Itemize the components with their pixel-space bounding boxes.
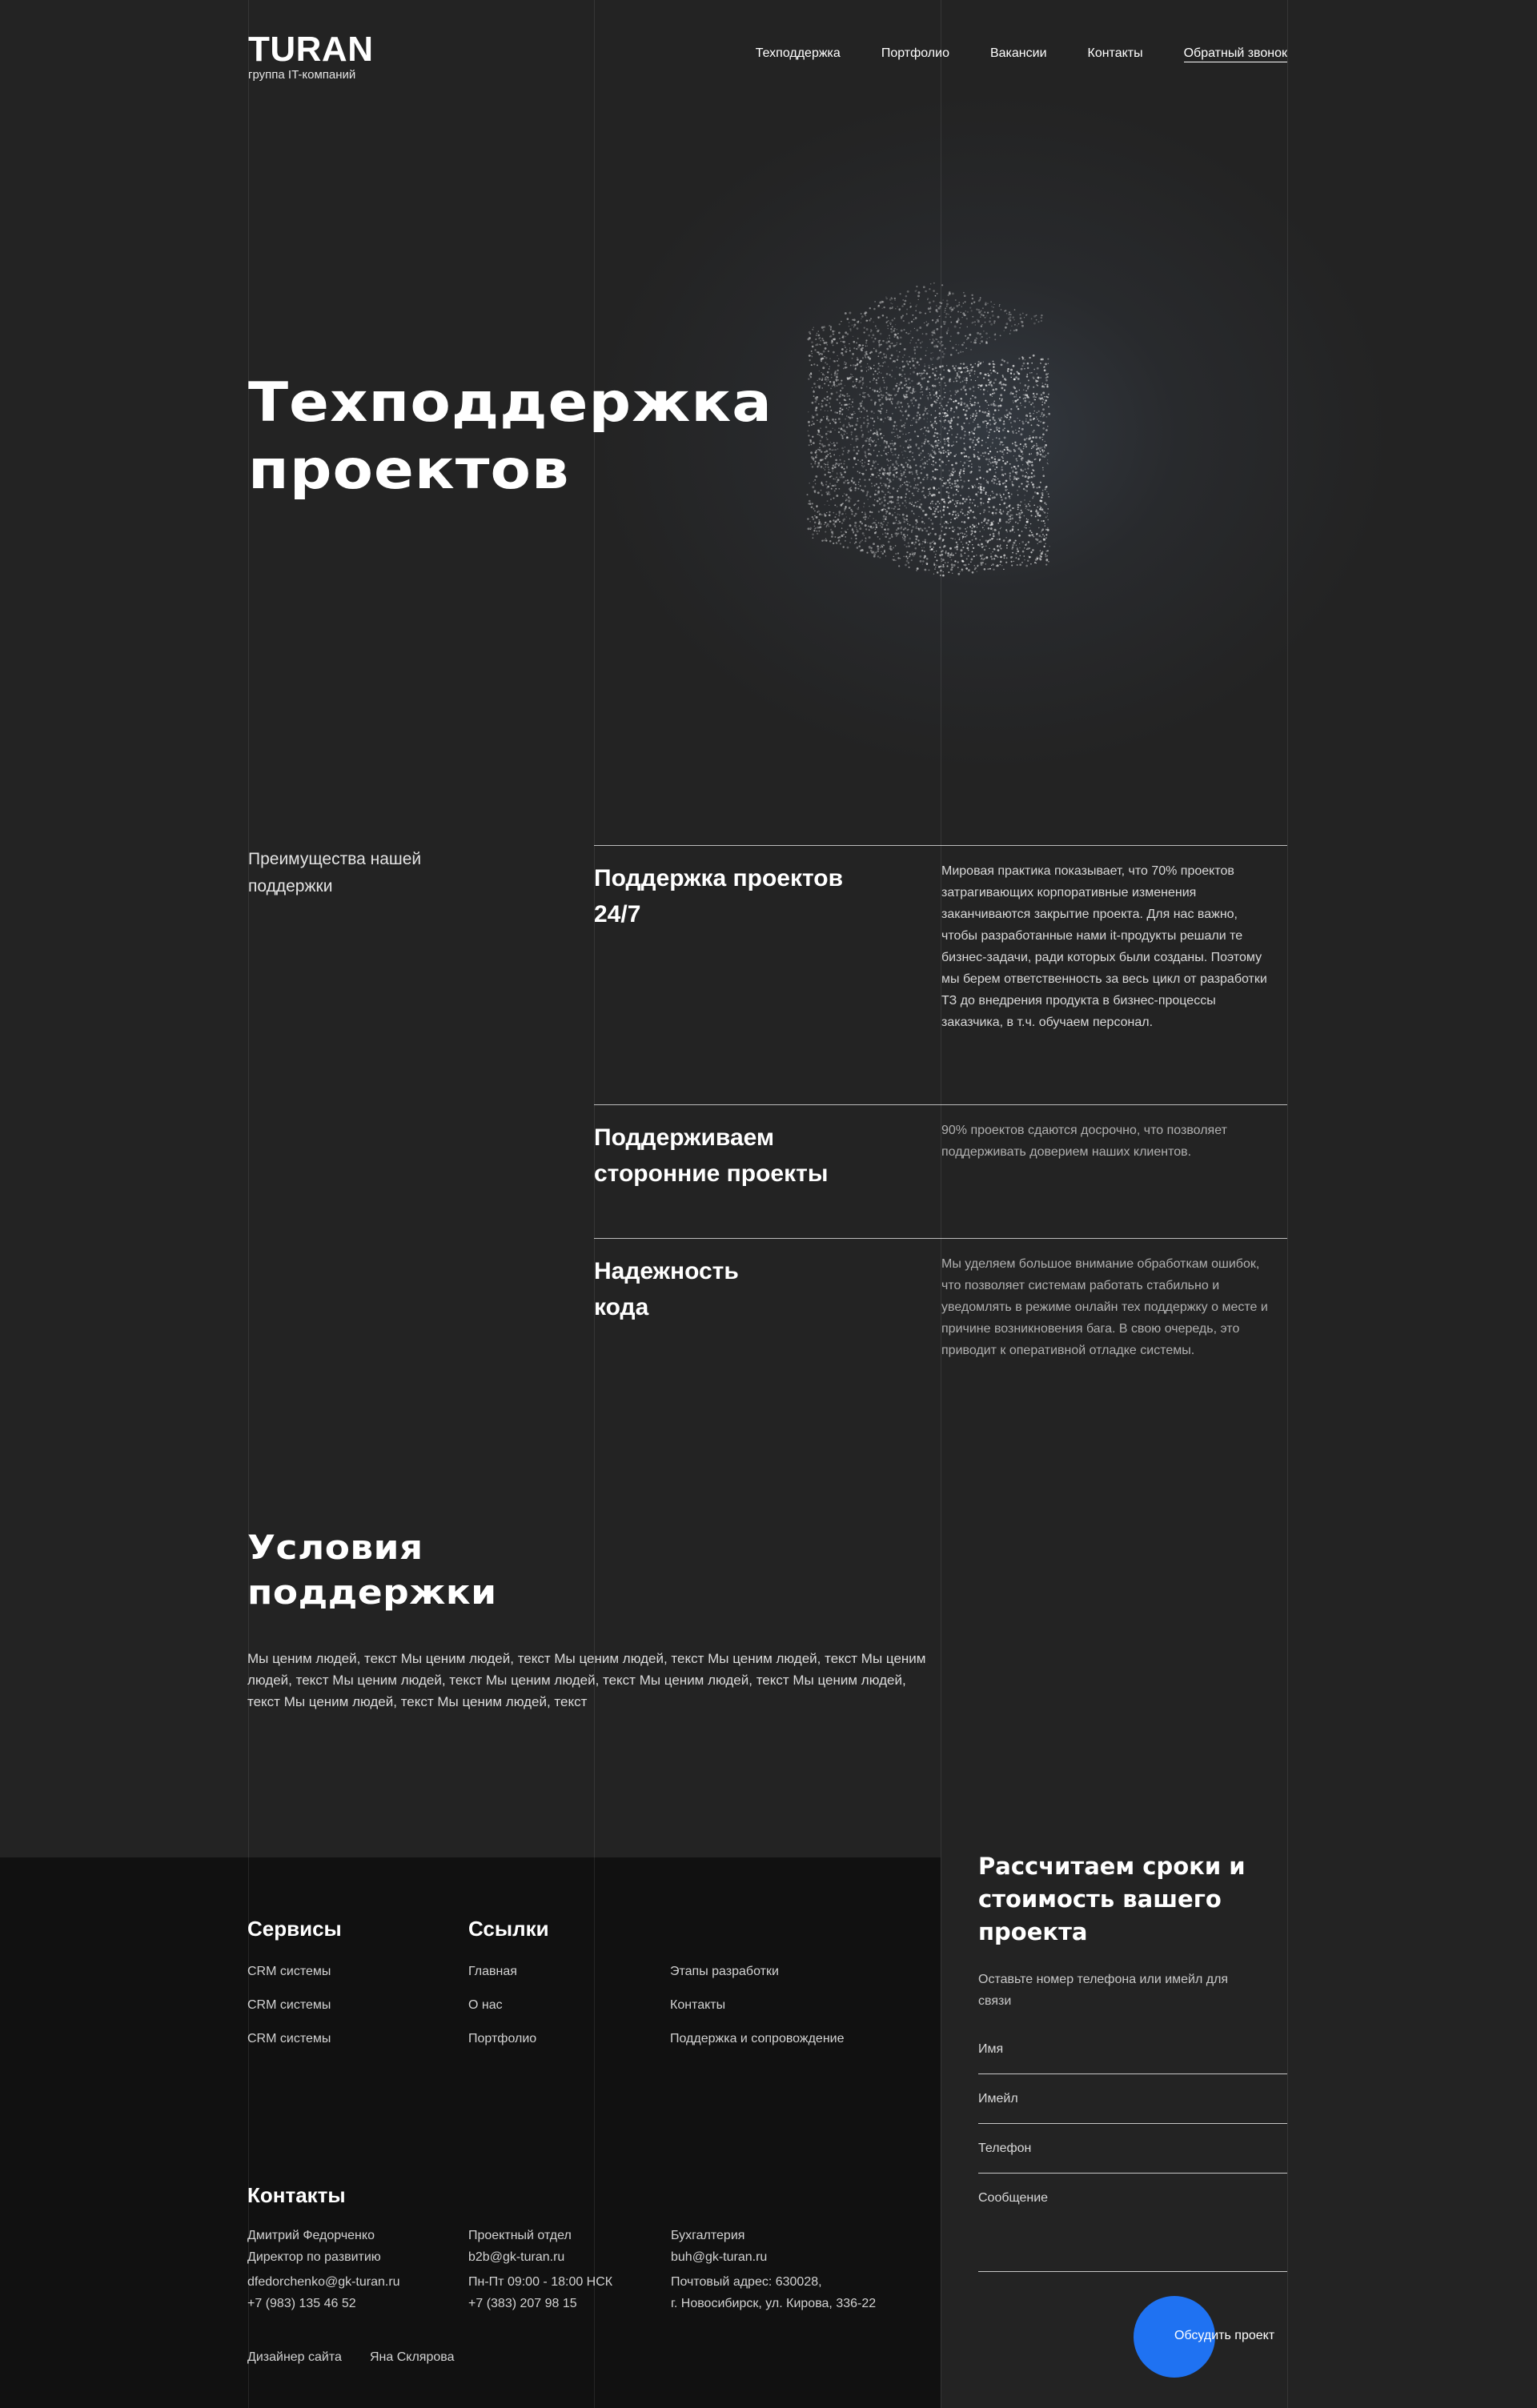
callback-link[interactable]: Обратный звонок: [1183, 46, 1287, 62]
logo-tagline: группа IT-компаний: [248, 68, 356, 82]
page: TURAN группа IT-компаний Техподдержка По…: [0, 0, 1537, 2408]
accounting-name: Бухгалтерия: [671, 2229, 745, 2242]
footer-links-heading: Ссылки: [468, 1917, 549, 1941]
main-nav: Техподдержка Портфолио Вакансии Контакты…: [756, 46, 1287, 62]
designer-name[interactable]: Яна Склярова: [370, 2350, 454, 2365]
footer-link-home[interactable]: Главная: [468, 1965, 517, 1979]
advantage-item: Надежность кода Мы уделяем большое внима…: [594, 1238, 1287, 1398]
advantages-heading: Преимущества нашей поддержки: [248, 850, 422, 895]
footer-service-link[interactable]: CRM системы: [247, 2032, 331, 2046]
message-field: [978, 2191, 1287, 2272]
conditions-title-line2: поддержки: [247, 1573, 497, 1612]
project-dept-phone[interactable]: +7 (383) 207 98 15: [468, 2293, 577, 2315]
form-subtitle: Оставьте номер телефона или имейл для св…: [978, 1973, 1229, 2008]
submit-button[interactable]: [1134, 2296, 1215, 2378]
advantage-title: Поддерживаем сторонние проекты: [594, 1124, 829, 1187]
accounting-address-line1: Почтовый адрес: 630028,: [671, 2275, 822, 2289]
hero-title-line1: Техподдержка: [248, 371, 773, 435]
accounting-email[interactable]: buh@gk-turan.ru: [671, 2246, 767, 2269]
designer-label: Дизайнер сайта: [247, 2350, 342, 2364]
advantage-title: Поддержка проектов 24/7: [594, 865, 844, 928]
footer-link-support[interactable]: Поддержка и сопровождение: [670, 2032, 844, 2046]
advantage-item: Поддержка проектов 24/7 Мировая практика…: [594, 845, 1287, 1104]
advantage-title: Надежность кода: [594, 1258, 739, 1320]
accounting-address-line2: г. Новосибирск, ул. Кирова, 336-22: [671, 2297, 877, 2310]
contact-person-email[interactable]: dfedorchenko@gk-turan.ru: [247, 2271, 400, 2294]
nav-item-portfolio[interactable]: Портфолио: [881, 46, 949, 62]
advantage-text: 90% проектов сдаются досрочно, что позво…: [941, 1124, 1227, 1159]
footer-service-link[interactable]: CRM системы: [247, 1998, 331, 2013]
logo-name: TURAN: [248, 30, 374, 69]
contact-person-name: Дмитрий Федорченко: [247, 2229, 375, 2242]
contact-person-role: Директор по развитию: [247, 2250, 381, 2264]
email-field: [978, 2092, 1287, 2124]
footer-link-contacts[interactable]: Контакты: [670, 1998, 725, 2013]
advantage-item: Поддерживаем сторонние проекты 90% проек…: [594, 1104, 1287, 1238]
hero-title-line2: проектов: [248, 439, 570, 502]
footer-service-link[interactable]: CRM системы: [247, 1965, 331, 1979]
name-field: [978, 2042, 1287, 2074]
email-input[interactable]: [978, 2092, 1287, 2106]
advantage-text: Мы уделяем большое внимание обработкам о…: [941, 1257, 1268, 1357]
conditions-title-line1: Условия: [247, 1528, 423, 1567]
phone-input[interactable]: [978, 2142, 1287, 2156]
conditions-text: Мы ценим людей, текст Мы ценим людей, те…: [247, 1651, 926, 1709]
footer-link-stages[interactable]: Этапы разработки: [670, 1965, 779, 1979]
contact-person-phone[interactable]: +7 (983) 135 46 52: [247, 2293, 356, 2315]
project-dept-hours: Пн-Пт 09:00 - 18:00 НСК: [468, 2275, 613, 2289]
project-dept-name: Проектный отдел: [468, 2229, 572, 2242]
conditions-title: Условия поддержки: [247, 1525, 497, 1615]
nav-item-contacts[interactable]: Контакты: [1088, 46, 1143, 62]
footer-contacts-heading: Контакты: [247, 2183, 346, 2207]
nav-item-vacancies[interactable]: Вакансии: [990, 46, 1047, 62]
logo[interactable]: TURAN группа IT-компаний: [248, 30, 374, 82]
phone-field: [978, 2142, 1287, 2174]
project-dept-email[interactable]: b2b@gk-turan.ru: [468, 2246, 564, 2269]
name-input[interactable]: [978, 2042, 1287, 2057]
advantage-text: Мировая практика показывает, что 70% про…: [941, 864, 1267, 1029]
footer-services-heading: Сервисы: [247, 1917, 342, 1941]
particle-cube-image: [806, 282, 1051, 577]
footer-link-about[interactable]: О нас: [468, 1998, 503, 2013]
footer-link-portfolio[interactable]: Портфолио: [468, 2032, 536, 2046]
form-title: Рассчитаем сроки и стоимость вашего прое…: [978, 1853, 1246, 1945]
nav-item-support[interactable]: Техподдержка: [756, 46, 841, 62]
message-textarea[interactable]: [978, 2191, 1287, 2234]
hero-title: Техподдержка проектов: [248, 370, 853, 504]
